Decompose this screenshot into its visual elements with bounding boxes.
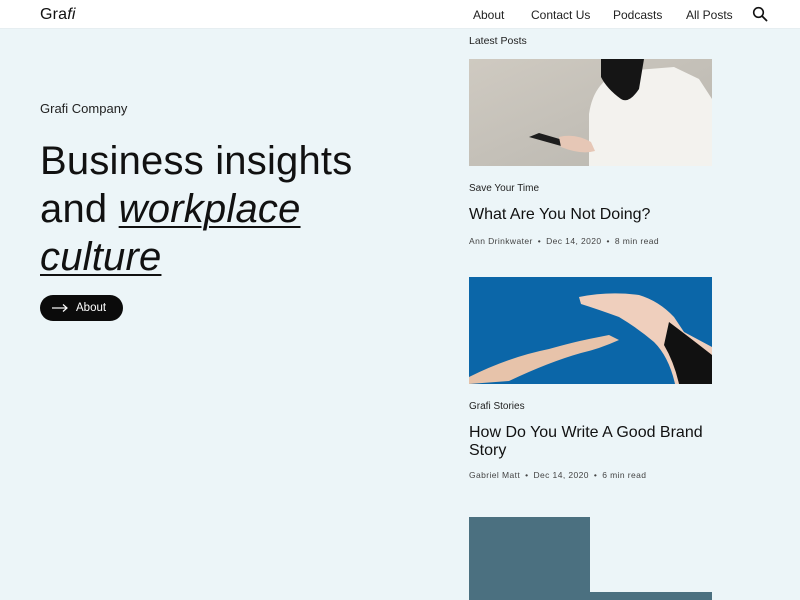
post-1-category[interactable]: Save Your Time	[469, 183, 539, 194]
brand-logo-part1: Gra	[40, 6, 68, 23]
about-button[interactable]: About	[40, 295, 123, 321]
post-1-meta: Ann Drinkwater • Dec 14, 2020 • 8 min read	[469, 236, 660, 246]
top-navigation-bar: Grafi About Contact Us Podcasts All Post…	[0, 0, 800, 29]
post-1-title[interactable]: What Are You Not Doing?	[469, 206, 719, 224]
post-3-image[interactable]	[469, 517, 712, 600]
brand-logo-part2: fi	[67, 6, 76, 23]
post-2-author[interactable]: Gabriel Matt	[469, 470, 520, 480]
nav-all-posts[interactable]: All Posts	[686, 8, 733, 22]
company-label: Grafi Company	[40, 101, 128, 116]
post-2-title[interactable]: How Do You Write A Good Brand Story	[469, 424, 719, 460]
arrow-right-icon	[52, 304, 68, 312]
latest-posts-heading: Latest Posts	[469, 35, 527, 47]
hero-line-3: culture	[40, 233, 420, 281]
nav-podcasts[interactable]: Podcasts	[613, 8, 662, 22]
post-2-category[interactable]: Grafi Stories	[469, 401, 525, 412]
post-1-author[interactable]: Ann Drinkwater	[469, 236, 533, 246]
nav-about[interactable]: About	[473, 8, 504, 22]
post-2-meta: Gabriel Matt • Dec 14, 2020 • 6 min read	[469, 470, 647, 480]
post-2-image[interactable]	[469, 277, 712, 384]
hero-heading: Business insights and workplace culture	[40, 137, 420, 281]
hero-emphasis-workplace: workplace	[118, 187, 301, 231]
post-2-date: Dec 14, 2020	[533, 470, 589, 480]
hero-line-2-prefix: and	[40, 187, 119, 231]
nav-contact-us[interactable]: Contact Us	[531, 8, 590, 22]
hero-line-1: Business insights	[40, 139, 353, 183]
about-button-label: About	[76, 302, 107, 314]
hero-line-2: and workplace	[40, 185, 420, 233]
post-1-date: Dec 14, 2020	[546, 236, 602, 246]
brand-logo[interactable]: Grafi	[40, 6, 76, 24]
post-2-read-time: 6 min read	[602, 470, 647, 480]
post-1-read-time: 8 min read	[614, 236, 660, 246]
post-1-image[interactable]	[469, 59, 712, 166]
hero-emphasis-culture: culture	[40, 235, 162, 279]
search-icon[interactable]	[752, 6, 768, 22]
